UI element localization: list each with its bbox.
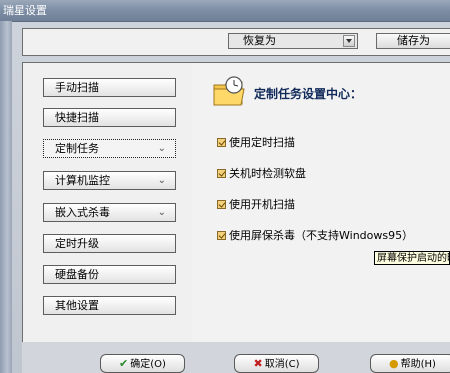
checkmark-icon: ✔ [119,357,129,370]
option-startup-scan[interactable]: 使用开机扫描 [217,198,295,212]
sidebar-item-custom-task[interactable]: 定制任务 ⌄ [43,139,176,158]
bottom-button-bar: ✔ 确定(O) ✖ 取消(C) ● 帮助(H) [22,342,450,373]
option-label: 关机时检测软盘 [229,167,306,180]
option-screensaver-antivirus[interactable]: 使用屏保杀毒（不支持Windows95） [217,229,413,243]
sidebar-item-quick-scan[interactable]: 快捷扫描 [43,108,176,127]
option-label: 使用屏保杀毒（不支持Windows95） [229,229,414,242]
lightbulb-icon: ● [389,357,399,370]
tooltip: 屏幕保护启动的时 [374,251,450,265]
option-shutdown-floppy-check[interactable]: 关机时检测软盘 [217,167,306,181]
sidebar-item-manual-scan[interactable]: 手动扫描 [43,78,176,97]
top-toolbar: 恢复为 储存为 [22,28,450,56]
content-panel: 定制任务设置中心： 使用定时扫描 关机时检测软盘 使用开机扫描 使用屏保杀毒（不… [192,62,450,344]
help-button[interactable]: ● 帮助(H) [370,354,450,373]
sidebar-item-label: 嵌入式杀毒 [55,206,110,219]
sidebar-item-other-settings[interactable]: 其他设置 [43,296,176,315]
sidebar-item-label: 其他设置 [55,299,99,312]
sidebar-item-label: 硬盘备份 [55,268,99,281]
sidebar-item-label: 定时升级 [55,237,99,250]
sidebar-item-embedded-antivirus[interactable]: 嵌入式杀毒 ⌄ [43,203,176,222]
title-bar[interactable]: 瑞星设置 [0,0,450,22]
folder-clock-icon [213,76,245,106]
option-scheduled-scan[interactable]: 使用定时扫描 [217,136,295,150]
save-as-button[interactable]: 储存为 [376,33,450,49]
restore-label: 恢复为 [243,34,276,47]
sidebar-item-label: 定制任务 [55,142,99,155]
checkbox[interactable] [217,230,226,240]
option-label: 使用开机扫描 [229,198,295,211]
checkbox[interactable] [217,199,226,209]
chevron-down-icon: ⌄ [157,207,166,218]
panel-title: 定制任务设置中心： [254,87,363,101]
sidebar: 手动扫描 快捷扫描 定制任务 ⌄ 计算机监控 ⌄ 嵌入式杀毒 ⌄ 定时升级 硬盘… [22,62,194,344]
cancel-button[interactable]: ✖ 取消(C) [234,354,319,373]
help-label: 帮助(H) [400,359,436,370]
sidebar-item-computer-monitor[interactable]: 计算机监控 ⌄ [43,171,176,190]
ok-label: 确定(O) [130,359,166,370]
sidebar-item-label: 计算机监控 [55,174,110,187]
option-label: 使用定时扫描 [229,136,295,149]
cancel-label: 取消(C) [264,359,300,370]
ok-button[interactable]: ✔ 确定(O) [100,354,185,373]
restore-dropdown[interactable]: 恢复为 [228,33,358,49]
window-frame-left [0,21,12,373]
checkbox[interactable] [217,137,226,147]
settings-window: 瑞星设置 恢复为 储存为 手动扫描 快捷扫描 定制任务 ⌄ 计算机监控 ⌄ 嵌入… [0,0,450,373]
close-icon: ✖ [253,357,263,370]
chevron-down-icon: ⌄ [157,143,166,154]
sidebar-item-label: 手动扫描 [55,81,99,94]
chevron-down-icon: ⌄ [157,175,166,186]
checkbox[interactable] [217,168,226,178]
save-as-label: 储存为 [397,34,430,47]
sidebar-item-scheduled-upgrade[interactable]: 定时升级 [43,234,176,253]
sidebar-item-label: 快捷扫描 [55,111,99,124]
sidebar-item-disk-backup[interactable]: 硬盘备份 [43,265,176,284]
window-title: 瑞星设置 [3,4,47,17]
dropdown-arrow-icon[interactable] [343,35,355,47]
